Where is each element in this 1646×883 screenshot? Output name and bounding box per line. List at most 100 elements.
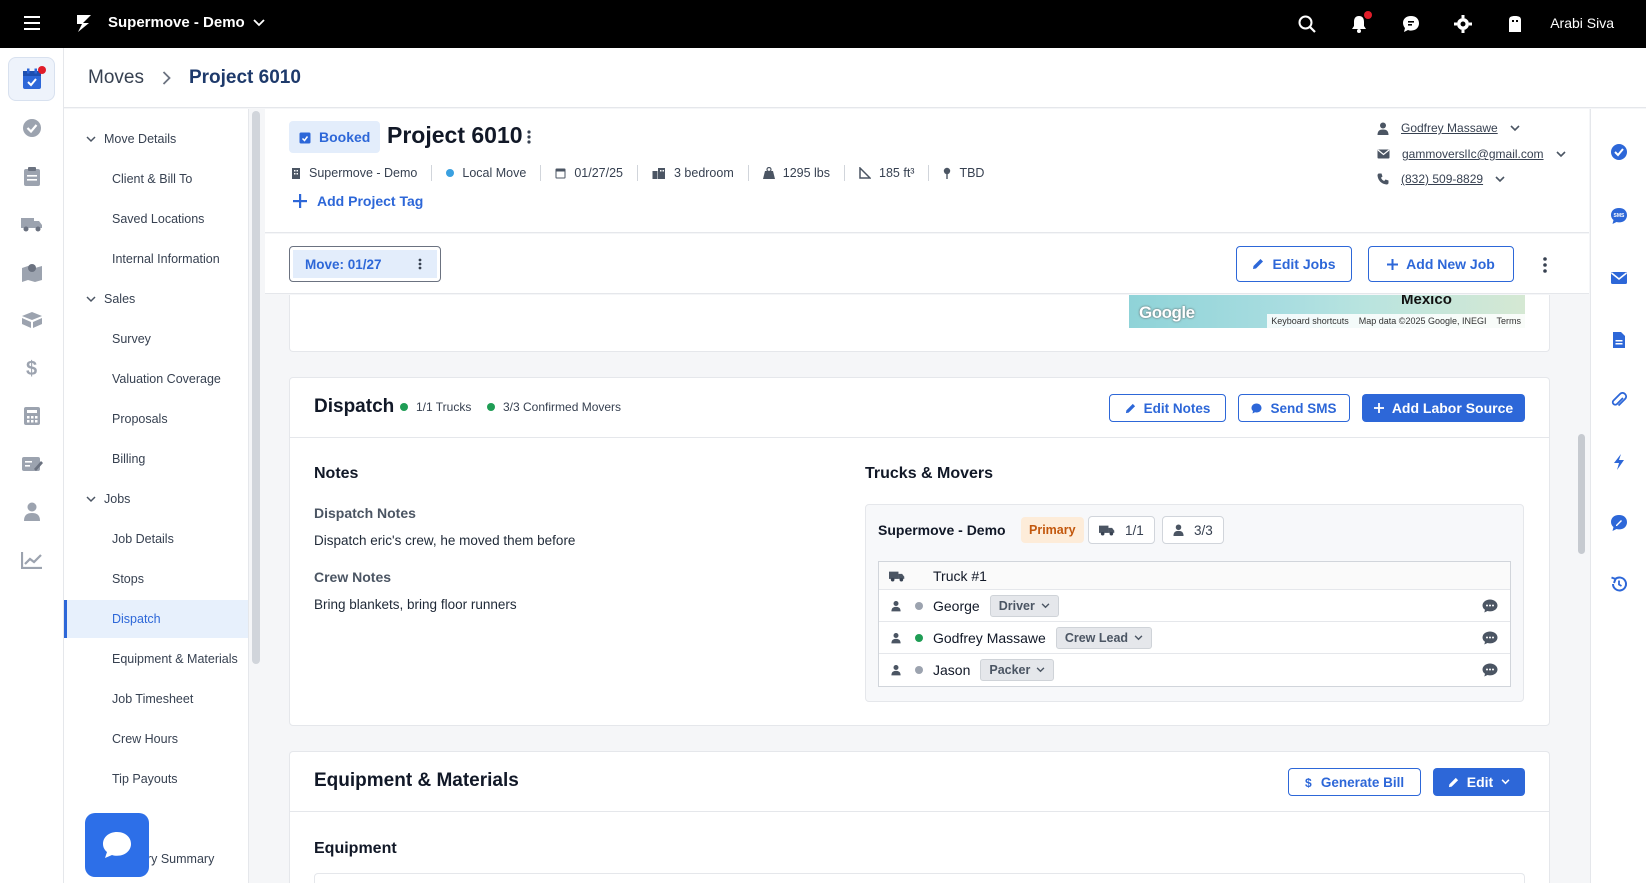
nav-item-proposals[interactable]: Proposals: [64, 400, 248, 438]
contact-phone[interactable]: (832) 509-8829: [1377, 172, 1505, 186]
rail-trucks[interactable]: [8, 202, 55, 246]
breadcrumb: Moves Project 6010: [64, 48, 1646, 108]
sms-icon: SMS: [1611, 208, 1627, 224]
nav-item-survey[interactable]: Survey: [64, 320, 248, 358]
check-circle-icon: [22, 119, 41, 137]
paperclip-icon: [1611, 392, 1627, 407]
nav-item-dispatch[interactable]: Dispatch: [64, 600, 248, 638]
sms-icon[interactable]: [1482, 599, 1498, 613]
nav-item-client-bill-to[interactable]: Client & Bill To: [64, 160, 248, 198]
right-rail-tasks[interactable]: [1609, 142, 1629, 162]
nav-item-billing[interactable]: Billing: [64, 440, 248, 478]
generate-bill-button[interactable]: $ Generate Bill: [1288, 768, 1421, 796]
add-labor-source-button[interactable]: Add Labor Source: [1362, 394, 1525, 422]
crew-role-select[interactable]: Crew Lead: [1055, 626, 1153, 649]
right-rail-email[interactable]: [1609, 268, 1629, 288]
crew-name: George: [933, 597, 980, 614]
meta-size: 3 bedroom: [652, 165, 749, 181]
nav-item-saved-locations[interactable]: Saved Locations: [64, 200, 248, 238]
hamburger-menu-icon[interactable]: [24, 14, 44, 32]
right-rail-automations[interactable]: [1609, 452, 1629, 472]
edit-equipment-button[interactable]: Edit: [1433, 768, 1525, 796]
rail-clipboard[interactable]: [8, 154, 55, 198]
map-terms[interactable]: Terms: [1497, 316, 1522, 326]
truck-row[interactable]: Truck #1: [879, 562, 1510, 590]
nav-group-move-details[interactable]: Move Details: [64, 120, 248, 158]
right-rail-documents[interactable]: [1609, 330, 1629, 350]
nav-item-job-timesheet[interactable]: Job Timesheet: [64, 680, 248, 718]
movers-count[interactable]: 3/3: [1162, 516, 1224, 544]
right-rail-attachments[interactable]: [1609, 391, 1629, 411]
nav-item-tip-payouts[interactable]: Tip Payouts: [64, 760, 248, 798]
right-rail-history[interactable]: [1609, 574, 1629, 594]
sms-icon[interactable]: [1482, 631, 1498, 645]
envelope-icon: [1377, 149, 1390, 159]
add-project-tag-button[interactable]: Add Project Tag: [293, 193, 423, 209]
rail-moves-calendar[interactable]: [8, 57, 55, 101]
main-scrollbar[interactable]: [1578, 434, 1585, 554]
contact-email[interactable]: gammoverslIc@gmail.com: [1377, 147, 1566, 161]
contact-name[interactable]: Godfrey Massawe: [1377, 121, 1520, 135]
project-header: Booked Project 6010 Supermove - Demo Loc…: [265, 109, 1589, 233]
notifications-bell-icon[interactable]: [1348, 11, 1372, 35]
crew-role-select[interactable]: Driver: [989, 594, 1059, 617]
move-tab[interactable]: Move: 01/27: [289, 246, 441, 282]
svg-text:$: $: [1305, 776, 1312, 788]
breadcrumb-moves-link[interactable]: Moves: [88, 67, 144, 89]
truck-icon: [20, 218, 42, 232]
nav-group-sales[interactable]: Sales: [64, 280, 248, 318]
labor-source-panel: Supermove - Demo Primary 1/1 3/3 Truck #…: [865, 504, 1524, 702]
messages-icon[interactable]: [1400, 13, 1422, 35]
map[interactable]: Google Mexico Keyboard shortcuts Map dat…: [1129, 295, 1525, 328]
rail-payments[interactable]: $: [8, 346, 55, 390]
chart-line-icon: [20, 552, 42, 569]
project-more-icon[interactable]: [527, 130, 531, 144]
settings-gear-icon[interactable]: [1452, 13, 1474, 35]
trucks-count[interactable]: 1/1: [1088, 516, 1155, 544]
sms-icon[interactable]: [1482, 663, 1498, 677]
user-menu[interactable]: Arabi Siva: [1550, 15, 1614, 31]
calendar-check-icon: [299, 132, 311, 143]
clipboard-icon: [23, 167, 40, 186]
truck-name: Truck #1: [933, 567, 987, 584]
nav-item-crew-hours[interactable]: Crew Hours: [64, 720, 248, 758]
nav-item-equipment-materials[interactable]: Equipment & Materials: [64, 640, 248, 678]
right-rail-sms[interactable]: SMS: [1609, 206, 1629, 226]
lightning-bolt-icon: [1614, 454, 1624, 470]
right-rail-chat[interactable]: [1609, 513, 1629, 533]
send-sms-button[interactable]: Send SMS: [1238, 394, 1350, 422]
org-switcher[interactable]: Supermove - Demo: [108, 14, 265, 31]
nav-item-job-details[interactable]: Job Details: [64, 520, 248, 558]
support-chat-button[interactable]: [85, 813, 149, 877]
edit-jobs-button[interactable]: Edit Jobs: [1236, 246, 1352, 282]
nav-item-internal-information[interactable]: Internal Information: [64, 240, 248, 278]
rail-calculator[interactable]: [8, 394, 55, 438]
map-keyboard-shortcuts[interactable]: Keyboard shortcuts: [1271, 316, 1349, 326]
pencil-icon: [1448, 777, 1458, 787]
svg-text:$: $: [26, 358, 37, 379]
edit-notes-button[interactable]: Edit Notes: [1109, 394, 1226, 422]
chevron-down-icon: [1041, 602, 1050, 608]
crew-role-select[interactable]: Packer: [980, 659, 1055, 681]
notes-heading: Notes: [314, 465, 359, 482]
nav-group-jobs[interactable]: Jobs: [64, 480, 248, 518]
chat-edit-icon: [1611, 515, 1627, 531]
rail-reports[interactable]: [8, 538, 55, 582]
add-new-job-button[interactable]: Add New Job: [1368, 246, 1514, 282]
more-vertical-icon[interactable]: [418, 258, 422, 270]
user-icon: [1173, 524, 1184, 536]
rail-tasks[interactable]: [8, 106, 55, 150]
jobs-more-icon[interactable]: [1543, 257, 1547, 273]
building-icon[interactable]: [1504, 13, 1526, 35]
building-icon: [292, 168, 300, 179]
envelope-icon: [1611, 272, 1627, 284]
side-nav-scrollbar[interactable]: [252, 111, 260, 664]
nav-item-valuation-coverage[interactable]: Valuation Coverage: [64, 360, 248, 398]
map-marker-icon: [21, 264, 42, 282]
rail-map[interactable]: [8, 250, 55, 294]
search-icon[interactable]: [1296, 13, 1318, 35]
rail-storage[interactable]: [8, 298, 55, 342]
rail-users[interactable]: [8, 490, 55, 534]
rail-invoices[interactable]: [8, 442, 55, 486]
nav-item-stops[interactable]: Stops: [64, 560, 248, 598]
